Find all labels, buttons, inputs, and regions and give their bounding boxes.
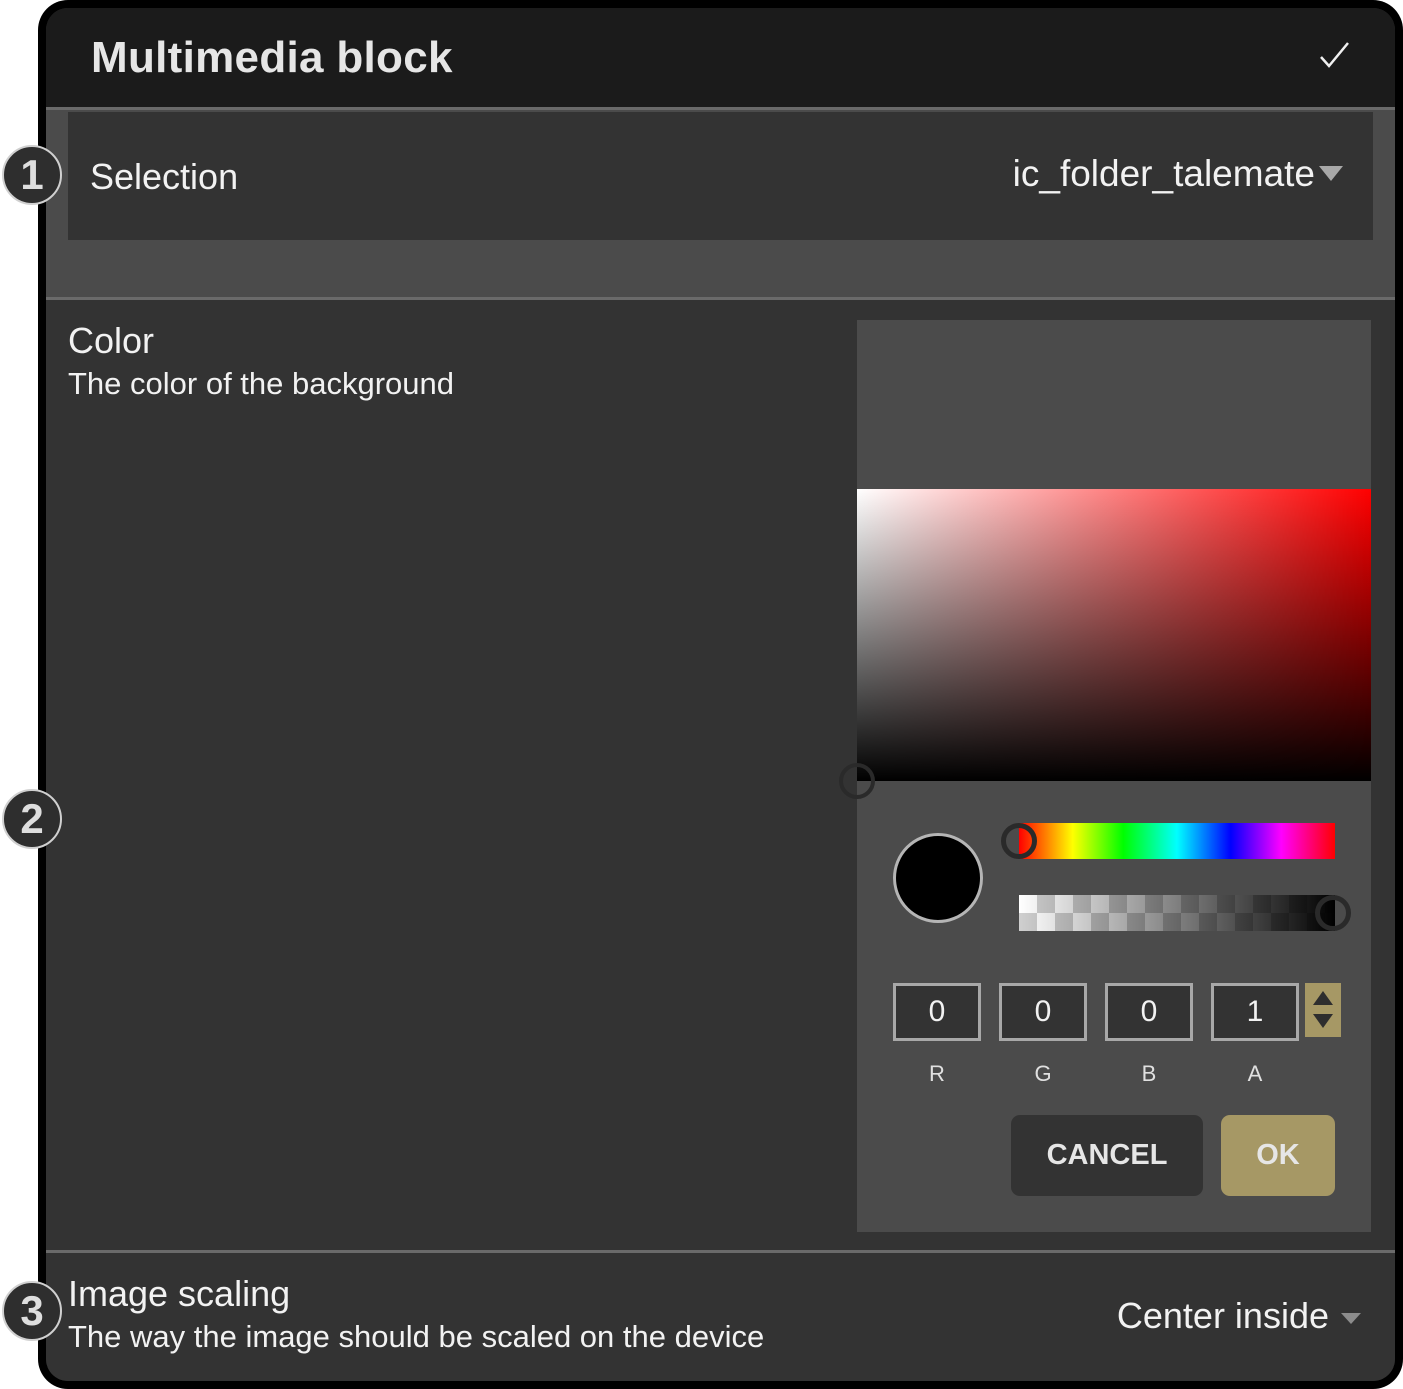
- arrow-down-icon: [1313, 1014, 1333, 1028]
- multimedia-block-panel: Multimedia block Selection ic_folder_tal…: [46, 8, 1395, 1381]
- image-scaling-label: Image scaling: [68, 1273, 291, 1314]
- alpha-label: A: [1247, 1061, 1263, 1086]
- current-color-swatch: [893, 833, 983, 923]
- color-picker: 0 0 0 1 R G B A CANCEL OK: [839, 320, 1371, 1232]
- top-bar: Multimedia block: [46, 8, 1395, 107]
- caret-down-icon: [1341, 1313, 1361, 1324]
- annotation-marker-2: 2: [2, 789, 62, 849]
- arrow-up-icon: [1313, 991, 1333, 1005]
- selection-dropdown[interactable]: Selection ic_folder_talemate: [68, 112, 1373, 240]
- selection-section: Selection ic_folder_talemate: [46, 107, 1395, 299]
- selection-label: Selection: [90, 156, 239, 197]
- alpha-slider[interactable]: [1019, 895, 1335, 931]
- cancel-button[interactable]: CANCEL: [1011, 1115, 1203, 1196]
- hue-slider-handle[interactable]: [1001, 823, 1037, 859]
- color-description: The color of the background: [68, 366, 455, 401]
- color-label: Color: [68, 320, 155, 361]
- mode-stepper[interactable]: [1305, 983, 1341, 1037]
- hue-slider[interactable]: [1019, 823, 1335, 859]
- green-input[interactable]: 0: [999, 983, 1087, 1041]
- check-icon[interactable]: [1315, 36, 1355, 76]
- blue-input[interactable]: 0: [1105, 983, 1193, 1041]
- green-label: G: [1034, 1061, 1052, 1086]
- red-input[interactable]: 0: [893, 983, 981, 1041]
- page-title: Multimedia block: [91, 33, 453, 82]
- alpha-slider-handle[interactable]: [1315, 895, 1351, 931]
- color-section: Color The color of the background 0 0 0 …: [46, 300, 1395, 1250]
- image-scaling-dropdown[interactable]: Image scaling The way the image should b…: [46, 1253, 1395, 1381]
- blue-label: B: [1141, 1061, 1157, 1086]
- saturation-brightness-area[interactable]: [857, 489, 1371, 781]
- annotation-marker-1: 1: [2, 145, 62, 205]
- saturation-brightness-handle[interactable]: [839, 763, 875, 799]
- image-scaling-description: The way the image should be scaled on th…: [68, 1319, 765, 1354]
- annotation-marker-3: 3: [2, 1281, 62, 1341]
- image-scaling-value: Center inside: [1116, 1295, 1329, 1336]
- ok-button[interactable]: OK: [1221, 1115, 1335, 1196]
- alpha-input[interactable]: 1: [1211, 983, 1299, 1041]
- selection-value: ic_folder_talemate: [1012, 153, 1315, 194]
- caret-down-icon: [1319, 166, 1343, 181]
- red-label: R: [929, 1061, 945, 1086]
